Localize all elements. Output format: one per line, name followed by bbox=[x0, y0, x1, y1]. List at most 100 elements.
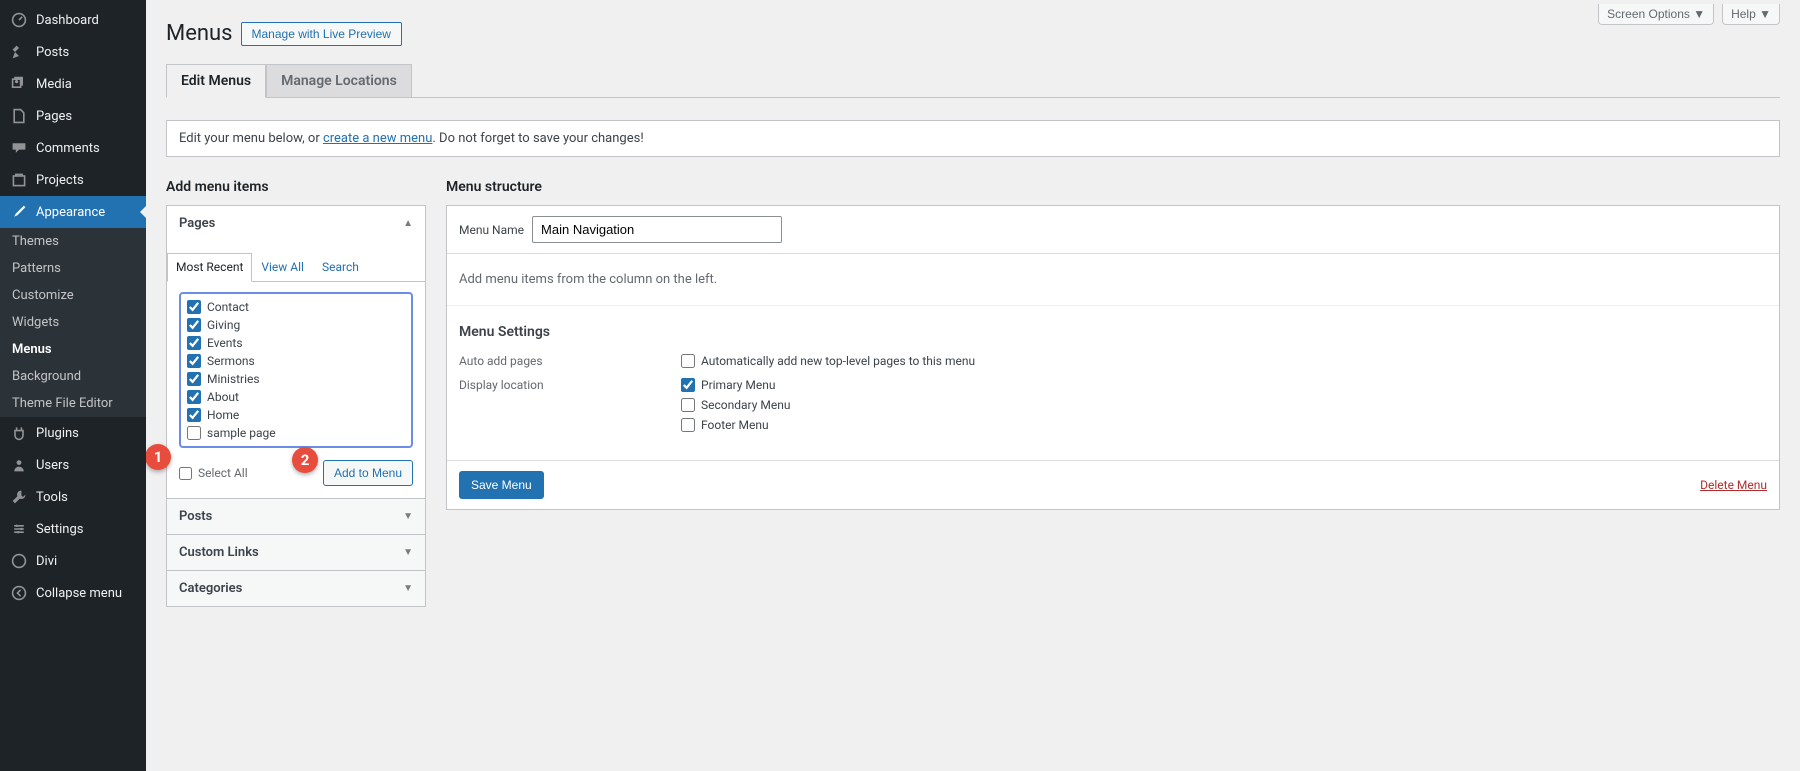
nav-tabs: Edit Menus Manage Locations bbox=[166, 64, 1780, 98]
location-checkbox[interactable] bbox=[681, 378, 695, 392]
location-secondary[interactable]: Secondary Menu bbox=[681, 398, 790, 412]
pin-icon bbox=[10, 43, 28, 61]
auto-add-checkbox[interactable] bbox=[681, 354, 695, 368]
pages-icon bbox=[10, 107, 28, 125]
tab-edit-menus[interactable]: Edit Menus bbox=[166, 64, 266, 98]
categories-accordion-header[interactable]: Categories ▼ bbox=[167, 570, 425, 606]
add-menu-items-column: 1 Add menu items Pages ▲ Most Recent Vie… bbox=[166, 179, 426, 607]
page-item[interactable]: Ministries bbox=[187, 370, 405, 388]
posts-accordion-header[interactable]: Posts ▼ bbox=[167, 498, 425, 534]
submenu-menus[interactable]: Menus bbox=[0, 336, 146, 363]
chevron-down-icon: ▼ bbox=[403, 511, 413, 522]
pages-accordion-header[interactable]: Pages ▲ bbox=[167, 206, 425, 241]
sidebar-item-pages[interactable]: Pages bbox=[0, 100, 146, 132]
notice-text: Edit your menu below, or bbox=[179, 131, 323, 146]
page-checkbox[interactable] bbox=[187, 390, 201, 404]
pages-label: Pages bbox=[179, 216, 215, 231]
location-primary[interactable]: Primary Menu bbox=[681, 378, 790, 392]
menu-structure-body: Add menu items from the column on the le… bbox=[447, 254, 1779, 305]
page-checkbox[interactable] bbox=[187, 300, 201, 314]
sidebar-label: Pages bbox=[36, 109, 72, 124]
sidebar-item-comments[interactable]: Comments bbox=[0, 132, 146, 164]
sidebar-item-tools[interactable]: Tools bbox=[0, 481, 146, 513]
page-checkbox[interactable] bbox=[187, 372, 201, 386]
menu-name-row: Menu Name bbox=[447, 206, 1779, 254]
delete-menu-link[interactable]: Delete Menu bbox=[1700, 478, 1767, 492]
sidebar-label: Appearance bbox=[36, 205, 105, 220]
filter-search[interactable]: Search bbox=[313, 253, 368, 281]
page-checkbox[interactable] bbox=[187, 318, 201, 332]
live-preview-button[interactable]: Manage with Live Preview bbox=[241, 22, 402, 46]
tab-manage-locations[interactable]: Manage Locations bbox=[266, 64, 412, 98]
menu-name-input[interactable] bbox=[532, 216, 782, 243]
page-item[interactable]: Giving bbox=[187, 316, 405, 334]
comments-icon bbox=[10, 139, 28, 157]
sidebar-label: Comments bbox=[36, 141, 100, 156]
menu-settings-section: Menu Settings Auto add pages Automatical… bbox=[447, 305, 1779, 460]
location-checkbox[interactable] bbox=[681, 398, 695, 412]
page-header: Menus Manage with Live Preview bbox=[166, 21, 1780, 46]
notice-text: . Do not forget to save your changes! bbox=[432, 131, 643, 146]
sidebar-label: Settings bbox=[36, 522, 83, 537]
submenu-customize[interactable]: Customize bbox=[0, 282, 146, 309]
page-item[interactable]: sample page bbox=[187, 424, 405, 442]
empty-message: Add menu items from the column on the le… bbox=[459, 272, 717, 287]
sidebar-item-dashboard[interactable]: Dashboard bbox=[0, 4, 146, 36]
submenu-patterns[interactable]: Patterns bbox=[0, 255, 146, 282]
sidebar-label: Collapse menu bbox=[36, 586, 122, 601]
sidebar-item-posts[interactable]: Posts bbox=[0, 36, 146, 68]
page-item[interactable]: About bbox=[187, 388, 405, 406]
posts-label: Posts bbox=[179, 509, 212, 524]
sidebar-label: Users bbox=[36, 458, 69, 473]
submenu-theme-file-editor[interactable]: Theme File Editor bbox=[0, 390, 146, 417]
annotation-badge-2: 2 bbox=[292, 447, 318, 473]
media-icon bbox=[10, 75, 28, 93]
pages-metabox: Pages ▲ Most Recent View All Search Cont… bbox=[166, 205, 426, 607]
submenu-background[interactable]: Background bbox=[0, 363, 146, 390]
help-button[interactable]: Help ▼ bbox=[1722, 4, 1780, 25]
sidebar-item-plugins[interactable]: Plugins bbox=[0, 417, 146, 449]
page-item[interactable]: Home bbox=[187, 406, 405, 424]
pages-checklist: Contact Giving Events Sermons Ministries… bbox=[179, 292, 413, 448]
create-menu-link[interactable]: create a new menu bbox=[323, 131, 432, 146]
auto-add-option[interactable]: Automatically add new top-level pages to… bbox=[681, 354, 975, 368]
menu-name-label: Menu Name bbox=[459, 223, 524, 237]
sidebar-item-media[interactable]: Media bbox=[0, 68, 146, 100]
page-checkbox[interactable] bbox=[187, 336, 201, 350]
sidebar-item-users[interactable]: Users bbox=[0, 449, 146, 481]
filter-most-recent[interactable]: Most Recent bbox=[167, 253, 252, 282]
location-checkbox[interactable] bbox=[681, 418, 695, 432]
custom-links-accordion-header[interactable]: Custom Links ▼ bbox=[167, 534, 425, 570]
custom-links-label: Custom Links bbox=[179, 545, 259, 560]
dashboard-icon bbox=[10, 11, 28, 29]
sidebar-label: Posts bbox=[36, 45, 69, 60]
page-item[interactable]: Events bbox=[187, 334, 405, 352]
submenu-widgets[interactable]: Widgets bbox=[0, 309, 146, 336]
sidebar-item-appearance[interactable]: Appearance bbox=[0, 196, 146, 228]
menu-structure-box: Menu Name Add menu items from the column… bbox=[446, 205, 1780, 510]
page-checkbox[interactable] bbox=[187, 354, 201, 368]
sidebar-item-settings[interactable]: Settings bbox=[0, 513, 146, 545]
save-menu-button[interactable]: Save Menu bbox=[459, 471, 544, 499]
page-item[interactable]: Contact bbox=[187, 298, 405, 316]
auto-add-label: Auto add pages bbox=[459, 354, 681, 368]
page-checkbox[interactable] bbox=[187, 408, 201, 422]
select-all-label[interactable]: Select All bbox=[179, 466, 248, 480]
add-to-menu-button[interactable]: Add to Menu bbox=[323, 460, 413, 486]
sidebar-item-divi[interactable]: Divi bbox=[0, 545, 146, 577]
sidebar-item-projects[interactable]: Projects bbox=[0, 164, 146, 196]
page-item[interactable]: Sermons bbox=[187, 352, 405, 370]
sidebar-label: Media bbox=[36, 77, 72, 92]
sidebar-label: Divi bbox=[36, 554, 57, 569]
menu-structure-footer: Save Menu Delete Menu bbox=[447, 460, 1779, 509]
select-all-checkbox[interactable] bbox=[179, 467, 192, 480]
location-footer[interactable]: Footer Menu bbox=[681, 418, 790, 432]
screen-options-button[interactable]: Screen Options ▼ bbox=[1598, 4, 1714, 25]
page-checkbox[interactable] bbox=[187, 426, 201, 440]
submenu-themes[interactable]: Themes bbox=[0, 228, 146, 255]
chevron-down-icon: ▼ bbox=[403, 547, 413, 558]
chevron-down-icon: ▼ bbox=[403, 583, 413, 594]
filter-view-all[interactable]: View All bbox=[252, 253, 313, 281]
sidebar-collapse[interactable]: Collapse menu bbox=[0, 577, 146, 609]
admin-sidebar: Dashboard Posts Media Pages Comments Pro… bbox=[0, 0, 146, 771]
